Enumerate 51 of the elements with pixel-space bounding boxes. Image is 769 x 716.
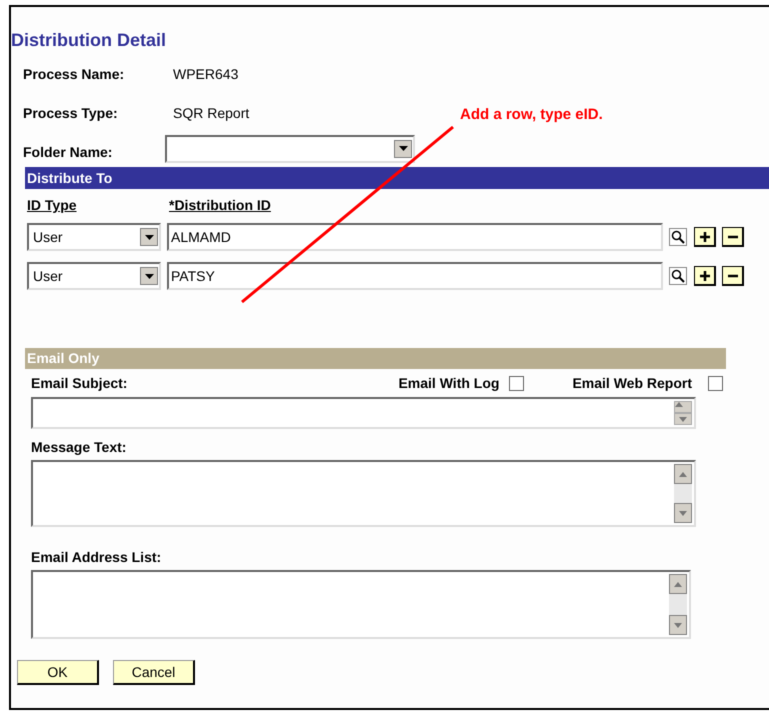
message-text-area[interactable]	[31, 460, 696, 527]
column-header[interactable]: ID Type	[27, 195, 169, 216]
caret-icon	[144, 274, 154, 278]
dropdown-button[interactable]	[394, 140, 412, 158]
scrollbar[interactable]	[674, 464, 692, 523]
section-header: Distribute To	[25, 167, 769, 189]
dropdown-button[interactable]	[140, 267, 158, 285]
field-label: Folder Name:	[23, 143, 114, 162]
checkbox[interactable]	[708, 376, 723, 391]
plus-icon	[700, 232, 710, 242]
distribution-id-field[interactable]: PATSY	[167, 262, 663, 290]
add-row-button[interactable]	[694, 266, 716, 286]
folder-dropdown[interactable]	[165, 134, 415, 162]
scrollbar[interactable]	[669, 574, 687, 635]
field-value: WPER643	[173, 65, 238, 84]
up-arrow-icon	[675, 402, 683, 407]
add-row-button[interactable]	[694, 227, 716, 247]
page-title: Distribution Detail	[11, 29, 168, 52]
dropdown-button[interactable]	[140, 228, 158, 246]
down-arrow-icon	[674, 622, 682, 628]
delete-row-button[interactable]	[722, 227, 744, 247]
up-arrow-icon	[674, 582, 682, 586]
id-type-dropdown[interactable]: User	[27, 262, 161, 290]
field-label: Email Address List:	[31, 548, 162, 567]
section-header: Email Only	[25, 348, 726, 369]
caret-icon	[398, 146, 408, 151]
down-arrow-icon	[679, 416, 687, 422]
email-subject-field[interactable]	[31, 397, 696, 429]
column-header[interactable]: *Distribution ID	[169, 195, 271, 216]
checkbox[interactable]	[509, 376, 524, 391]
caret-icon	[144, 234, 154, 240]
annotation-text: Add a row, type eID.	[460, 105, 603, 125]
email-address-area[interactable]	[31, 570, 691, 639]
checkbox-label: Email With Log	[398, 374, 500, 393]
ok-button[interactable]: OK	[17, 660, 99, 685]
field-value: SQR Report	[173, 104, 250, 123]
search-icon[interactable]	[669, 228, 687, 246]
field-label: Process Name:	[23, 65, 126, 84]
down-arrow-icon	[679, 510, 687, 516]
cancel-button[interactable]: Cancel	[113, 660, 195, 685]
field-label: Message Text:	[31, 438, 128, 457]
scrollbar[interactable]	[674, 401, 692, 425]
field-label: Process Type:	[23, 104, 119, 123]
plus-icon	[700, 270, 710, 280]
up-arrow-icon	[679, 472, 687, 476]
search-icon[interactable]	[669, 267, 687, 285]
delete-row-button[interactable]	[722, 266, 744, 286]
field-label: Email Subject:	[31, 374, 128, 393]
checkbox-label: Email Web Report	[572, 374, 692, 393]
distribution-id-field[interactable]: ALMAMD	[167, 223, 663, 251]
id-type-dropdown[interactable]: User	[27, 223, 161, 251]
